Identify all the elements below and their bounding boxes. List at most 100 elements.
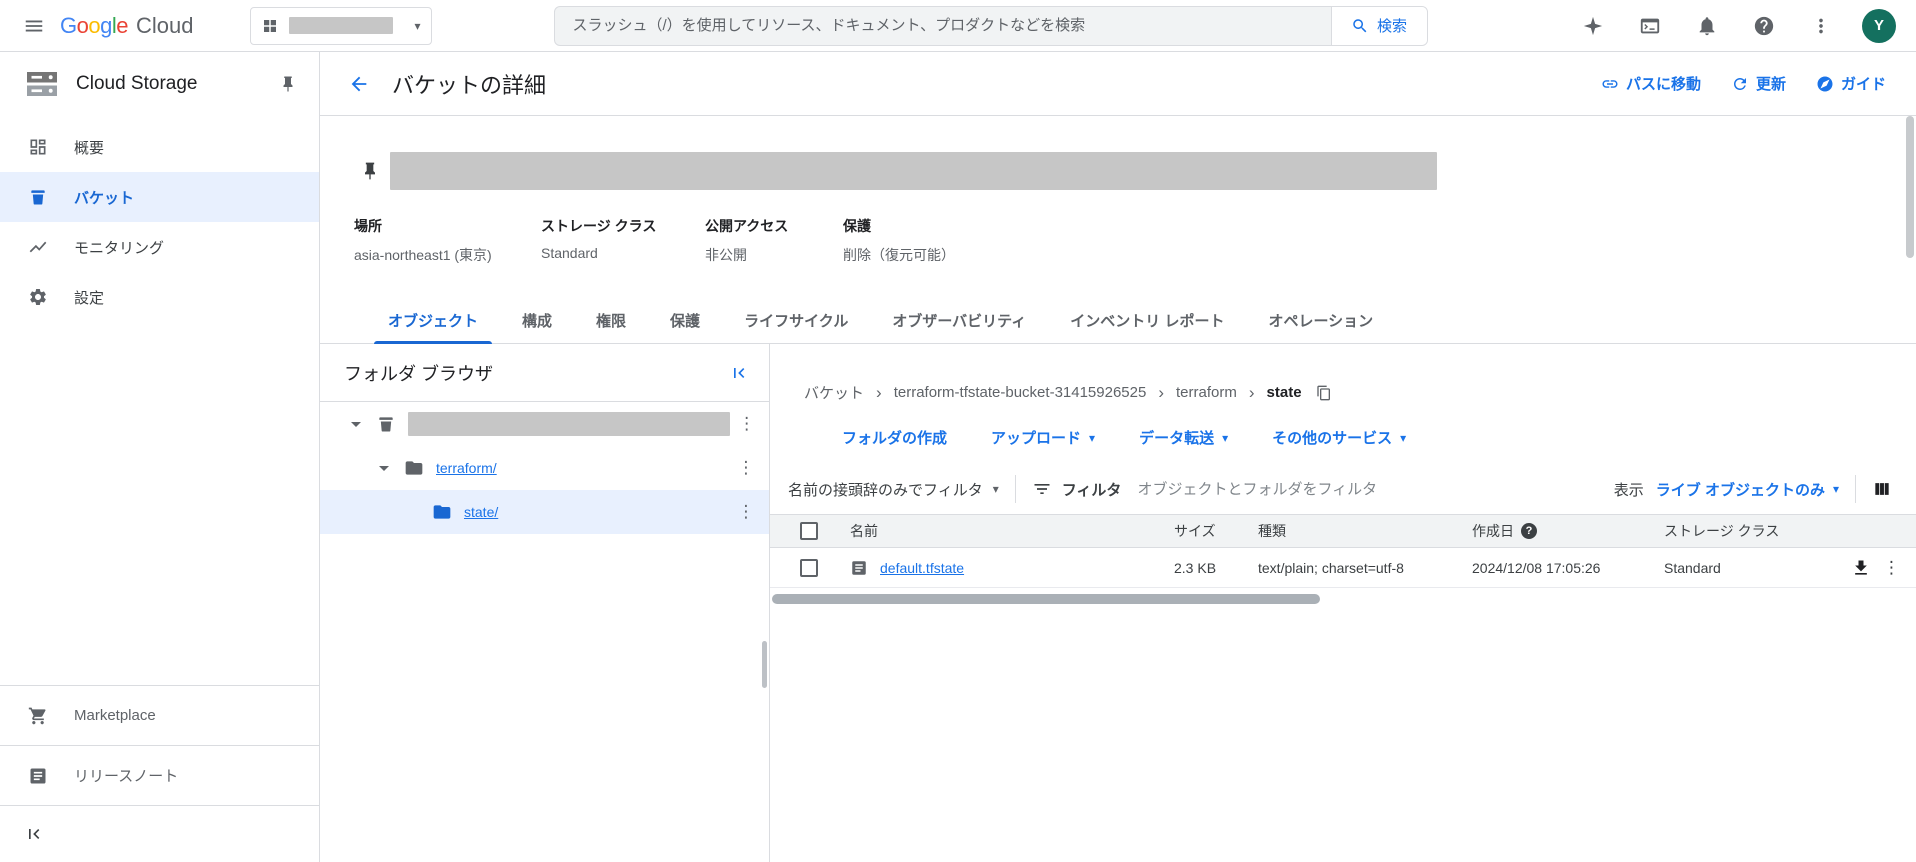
back-arrow-icon (348, 73, 370, 95)
sidebar-collapse-button[interactable] (0, 805, 319, 862)
search-button[interactable]: 検索 (1330, 6, 1427, 45)
objects-panel: バケット › terraform-tfstate-bucket-31415926… (770, 344, 1916, 862)
column-header-type[interactable]: 種類 (1258, 521, 1472, 541)
back-button[interactable] (338, 63, 380, 105)
tree-row-state[interactable]: state/ ⋮ (320, 490, 769, 534)
sidebar-item-overview[interactable]: 概要 (0, 122, 319, 172)
bucket-icon (28, 187, 48, 207)
help-circle-icon[interactable]: ? (1521, 523, 1537, 539)
column-header-size[interactable]: サイズ (1174, 521, 1258, 541)
sidebar-item-label: 概要 (74, 139, 105, 157)
display-mode-dropdown[interactable]: ライブ オブジェクトのみ ▾ (1656, 479, 1839, 500)
vertical-scroll-thumb[interactable] (1906, 116, 1914, 258)
caret-down-icon[interactable] (344, 412, 368, 436)
tree-link-state[interactable]: state/ (464, 504, 498, 520)
column-header-created[interactable]: 作成日 ? (1472, 521, 1664, 541)
tab-objects[interactable]: オブジェクト (366, 297, 500, 344)
tab-observability[interactable]: オブザーバビリティ (870, 297, 1048, 343)
caret-down-icon: ▾ (1832, 482, 1839, 496)
breadcrumb: バケット › terraform-tfstate-bucket-31415926… (804, 382, 1916, 403)
folder-browser-title: フォルダ ブラウザ (344, 363, 494, 384)
field-storage-class: ストレージ クラス Standard (541, 218, 657, 261)
user-avatar[interactable]: Y (1862, 8, 1896, 43)
sparkle-icon (1582, 15, 1604, 37)
search-icon (1351, 17, 1369, 35)
breadcrumb-item-buckets[interactable]: バケット (804, 382, 864, 403)
row-checkbox[interactable] (800, 558, 818, 577)
field-location: 場所 asia-northeast1 (東京) (354, 218, 492, 263)
cell-name: default.tfstate (850, 559, 1174, 577)
marketplace-icon (28, 706, 48, 726)
tree-row-bucket[interactable]: ⋮ (320, 402, 769, 446)
breadcrumb-item-state: state (1266, 384, 1302, 401)
sidebar-item-buckets[interactable]: バケット (0, 172, 319, 222)
tab-lifecycle[interactable]: ライフサイクル (722, 297, 870, 343)
settings-gear-icon (28, 287, 48, 307)
notifications-button[interactable] (1685, 4, 1729, 48)
go-to-path-button[interactable]: パスに移動 (1601, 73, 1701, 94)
caret-down-icon: ▾ (992, 482, 999, 496)
sidebar-item-settings[interactable]: 設定 (0, 272, 319, 322)
folder-scroll-thumb[interactable] (762, 641, 767, 688)
row-more-button[interactable]: ⋮ (1883, 558, 1900, 578)
table-row[interactable]: default.tfstate 2.3 KB text/plain; chars… (770, 548, 1916, 588)
breadcrumb-item-bucket-name[interactable]: terraform-tfstate-bucket-31415926525 (894, 384, 1147, 401)
main-area: バケットの詳細 パスに移動 更新 ガイド 場所 asia-northeast1 … (320, 52, 1916, 862)
tree-row-terraform[interactable]: terraform/ ⋮ (320, 446, 769, 490)
gemini-button[interactable] (1571, 4, 1615, 48)
help-button[interactable] (1742, 4, 1786, 48)
project-grid-icon (261, 17, 279, 35)
select-all-checkbox[interactable] (800, 522, 818, 540)
hamburger-menu-button[interactable] (12, 4, 56, 48)
tab-configuration[interactable]: 構成 (500, 297, 574, 343)
object-link[interactable]: default.tfstate (880, 560, 964, 576)
cloud-storage-product-icon (24, 66, 60, 102)
more-options-button[interactable] (1799, 4, 1843, 48)
download-button[interactable] (1851, 558, 1871, 578)
transfer-data-button[interactable]: データ転送 ▾ (1139, 427, 1228, 448)
sidebar-item-release-notes[interactable]: リリースノート (0, 745, 319, 805)
create-folder-button[interactable]: フォルダの作成 (842, 427, 947, 448)
search-input[interactable] (554, 6, 1331, 45)
help-icon (1753, 15, 1775, 37)
cell-actions: ⋮ (1840, 558, 1916, 578)
horizontal-scroll-thumb[interactable] (772, 594, 1320, 604)
tab-permissions[interactable]: 権限 (574, 297, 648, 343)
menu-icon (23, 15, 45, 37)
caret-down-icon[interactable] (372, 456, 396, 480)
cloud-shell-button[interactable] (1628, 4, 1672, 48)
column-header-name[interactable]: 名前 (850, 521, 1174, 541)
search-button-label: 検索 (1376, 18, 1407, 35)
object-filter-input[interactable] (1137, 480, 1614, 498)
prefix-filter-dropdown[interactable]: 名前の接頭辞のみでフィルタ ▾ (788, 479, 999, 500)
tree-more-button[interactable]: ⋮ (729, 458, 763, 478)
bucket-pin-icon[interactable] (360, 161, 380, 181)
cell-storage-class: Standard (1664, 559, 1721, 576)
download-icon (1851, 558, 1871, 578)
bucket-details-content: 場所 asia-northeast1 (東京) ストレージ クラス Standa… (320, 116, 1916, 862)
google-cloud-logo[interactable]: Google Cloud (60, 14, 194, 37)
column-header-storage-class[interactable]: ストレージ クラス (1664, 521, 1840, 541)
monitoring-icon (28, 237, 48, 257)
copy-path-button[interactable] (1316, 385, 1332, 401)
objects-table-header: 名前 サイズ 種類 作成日 ? ストレージ クラス (770, 514, 1916, 548)
sidebar-item-monitoring[interactable]: モニタリング (0, 222, 319, 272)
project-selector[interactable]: ▾ (249, 6, 432, 45)
guide-button[interactable]: ガイド (1816, 73, 1886, 94)
upload-button[interactable]: アップロード ▾ (991, 427, 1095, 448)
tree-link-terraform[interactable]: terraform/ (436, 460, 497, 476)
pin-product-button[interactable] (279, 75, 297, 93)
folder-icon (432, 502, 452, 522)
terminal-icon (1639, 15, 1661, 37)
refresh-button[interactable]: 更新 (1731, 73, 1786, 94)
tab-operations[interactable]: オペレーション (1246, 297, 1395, 343)
folder-browser-collapse-button[interactable] (729, 363, 749, 383)
breadcrumb-item-terraform[interactable]: terraform (1176, 384, 1237, 401)
tree-more-button[interactable]: ⋮ (729, 502, 763, 522)
tab-inventory-reports[interactable]: インベントリ レポート (1048, 297, 1246, 343)
tab-protection[interactable]: 保護 (648, 297, 722, 343)
sidebar-item-marketplace[interactable]: Marketplace (0, 685, 319, 745)
column-settings-button[interactable] (1872, 479, 1892, 499)
tree-more-button[interactable]: ⋮ (730, 414, 763, 434)
other-services-button[interactable]: その他のサービス ▾ (1272, 427, 1406, 448)
